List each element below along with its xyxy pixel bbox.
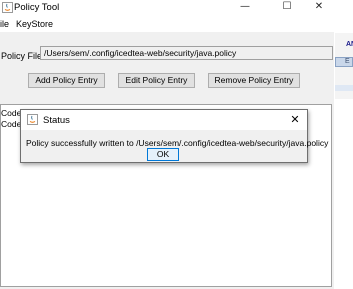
- dialog-title: Status: [43, 115, 70, 126]
- policy-file-label: Policy File:: [1, 51, 45, 61]
- background-window-row: [335, 85, 353, 91]
- java-app-icon: [27, 114, 38, 125]
- dialog-close-button[interactable]: ✕: [287, 113, 303, 127]
- maximize-icon: ☐: [282, 1, 292, 12]
- dialog-title-bar[interactable]: Status ✕: [21, 110, 307, 130]
- background-window: AN E: [335, 33, 353, 99]
- remove-policy-entry-button[interactable]: Remove Policy Entry: [208, 73, 300, 88]
- window-title: Policy Tool: [14, 2, 60, 13]
- dialog-message: Policy successfully written to /Users/se…: [26, 138, 329, 148]
- status-dialog: Status ✕ Policy successfully written to …: [20, 109, 328, 163]
- ok-button[interactable]: OK: [147, 148, 179, 161]
- background-window-label: AN: [346, 41, 353, 48]
- add-policy-entry-button[interactable]: Add Policy Entry: [28, 73, 105, 88]
- background-window-field: E: [335, 57, 353, 67]
- menu-keystore[interactable]: KeyStore: [16, 19, 53, 29]
- java-app-icon: [2, 2, 13, 13]
- minimize-button[interactable]: —: [234, 0, 256, 14]
- minimize-icon: —: [240, 1, 250, 12]
- policy-file-field[interactable]: /Users/sem/.config/icedtea-web/security/…: [40, 46, 333, 60]
- close-button[interactable]: ✕: [308, 0, 330, 14]
- close-icon: ✕: [290, 113, 300, 126]
- menu-file[interactable]: ile: [0, 19, 9, 29]
- close-icon: ✕: [314, 1, 324, 12]
- edit-policy-entry-button[interactable]: Edit Policy Entry: [118, 73, 195, 88]
- title-bar[interactable]: Policy Tool — ☐ ✕: [0, 0, 334, 16]
- maximize-button[interactable]: ☐: [276, 0, 298, 14]
